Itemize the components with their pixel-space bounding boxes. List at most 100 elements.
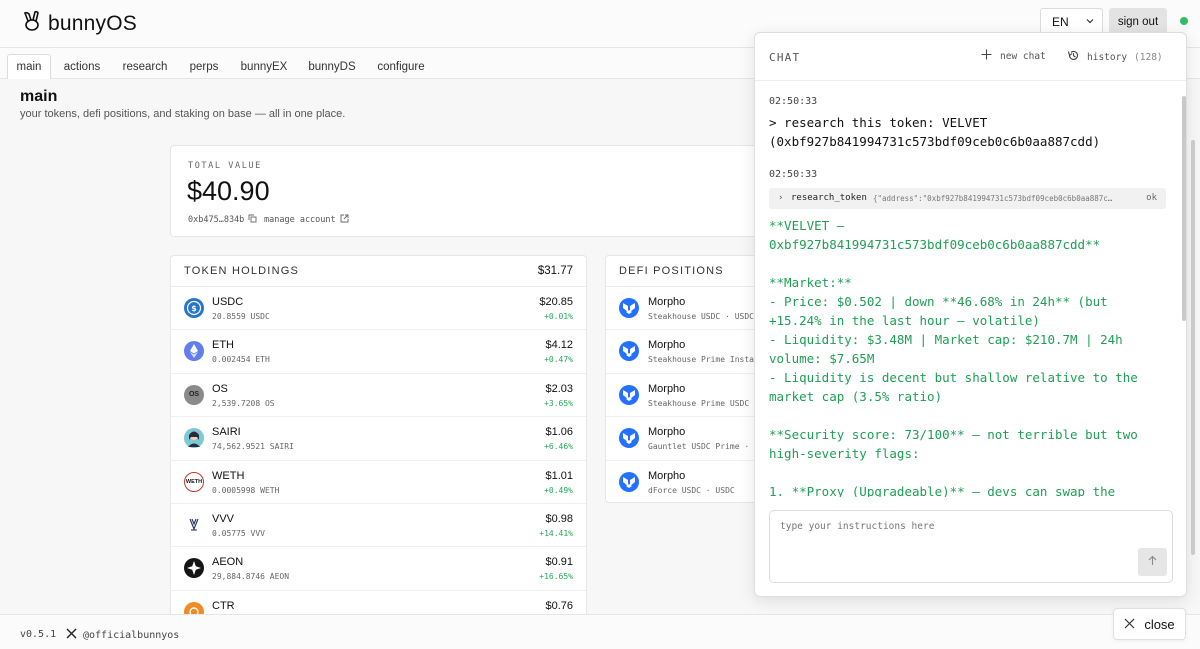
token-row[interactable]: ETH 0.002454 ETH $4.12 +0.47% [171,330,586,374]
token-usd-value: $2.03 [545,382,573,395]
total-value-card: TOTAL VALUE $40.90 0xb475…834b manage ac… [170,145,770,237]
usdc-icon: $ [184,298,204,318]
tool-call[interactable]: › research_token {"address":"0xbf927b841… [769,188,1166,209]
total-value: $40.90 [187,176,270,206]
manage-account-link[interactable]: manage account [264,214,349,226]
morpho-icon [619,384,639,405]
close-icon [1124,617,1135,632]
tool-status: ok [1146,193,1157,203]
token-change: +0.01% [544,312,573,321]
tool-args: {"address":"0xbf927b841994731c573bdf09ce… [873,194,1113,203]
token-row[interactable]: WETH WETH 0.0005998 WETH $1.01 +0.49% [171,461,586,504]
history-count: (128) [1134,51,1163,63]
token-usd-value: $1.01 [545,469,573,482]
app-name: bunnyOS [48,11,137,35]
token-usd-value: $0.76 [545,599,573,612]
token-row[interactable]: AEON 29,884.8746 AEON $0.91 +16.65% [171,547,586,591]
token-quantity: 0.05775 VVV [212,528,265,538]
defi-protocol: Morpho [648,426,686,439]
token-name: OS [212,382,228,395]
token-quantity: 74,562.9521 SAIRI [212,442,294,452]
token-quantity: 29,884.8746 AEON [212,572,290,582]
answer-security: **Security score: 73/100** — not terribl… [769,427,1138,461]
logo[interactable]: bunnyOS [22,10,137,37]
x-logo-icon [66,628,77,642]
defi-detail: Steakhouse Prime Insta [648,355,754,365]
new-chat-button[interactable]: new chat [981,49,1046,63]
external-link-icon [340,214,349,226]
tab-bunnyex[interactable]: bunnyEX [234,54,294,79]
token-name: AEON [212,556,244,569]
token-row[interactable]: $ USDC 20.8559 USDC $20.85 +0.01% [171,287,586,331]
chat-scrollbar[interactable] [1180,82,1186,497]
defi-detail: Steakhouse USDC · USDC [648,312,754,321]
copy-icon[interactable] [248,214,257,226]
token-name: CTR [212,599,235,612]
token-usd-value: $0.98 [545,512,573,525]
aeon-icon [184,558,204,579]
page-scrollbar[interactable] [1190,140,1196,555]
token-name: VVV [212,512,235,525]
token-holdings-card: TOKEN HOLDINGS $31.77 $ USDC 20.8559 USD… [170,255,587,649]
message-timestamp: 02:50:33 [769,169,818,180]
token-holdings-title: TOKEN HOLDINGS [184,265,300,277]
chat-title: CHAT [769,51,801,64]
close-chat-button[interactable]: close [1113,608,1186,640]
answer-flag-1: 1. **Proxy (Upgradeable)** — devs can sw… [769,484,1116,497]
token-change: +0.47% [544,355,573,365]
tab-perps[interactable]: perps [182,54,226,79]
wallet-address[interactable]: 0xb475…834b [188,214,257,226]
token-quantity: 2,539.7208 OS [212,398,275,408]
token-name: SAIRI [212,426,241,439]
send-button[interactable] [1138,548,1167,576]
token-quantity: 0.002454 ETH [212,355,270,365]
morpho-icon [619,428,639,449]
token-quantity: 20.8559 USDC [212,312,270,321]
token-change: +3.65% [544,398,573,408]
footer: v0.5.1 @officialbunnyos [0,614,1200,649]
chevron-down-icon [1085,15,1095,29]
tab-bunnyds[interactable]: bunnyDS [302,54,362,79]
chat-messages[interactable]: 02:50:33 > research this token: VELVET (… [755,82,1180,497]
sairi-icon [184,428,204,449]
token-change: +14.41% [539,528,573,538]
defi-protocol: Morpho [648,296,686,308]
language-select[interactable]: EN [1040,8,1103,35]
chevron-right-icon: › [778,193,784,203]
sign-out-button[interactable]: sign out [1109,8,1167,35]
eth-icon [184,341,204,362]
token-row[interactable]: SAIRI 74,562.9521 SAIRI $1.06 +6.46% [171,417,586,461]
chat-header: CHAT new chat history (128) [755,33,1186,81]
vvv-icon [184,514,204,535]
tab-main[interactable]: main [7,54,51,79]
token-change: +16.65% [539,572,573,582]
history-button[interactable]: history (128) [1067,49,1163,65]
chat-input[interactable] [780,521,1120,532]
x-link[interactable]: @officialbunnyos [66,628,179,642]
chat-scrollbar-thumb[interactable] [1182,96,1186,321]
new-chat-label: new chat [1000,50,1046,62]
morpho-icon [619,298,639,318]
language-value: EN [1052,14,1069,29]
bunny-logo-icon [22,10,44,37]
plus-icon [981,49,992,63]
wallet-address-text: 0xb475…834b [188,215,245,225]
token-holdings-total: $31.77 [537,265,573,277]
token-row[interactable]: VVV 0.05775 VVV $0.98 +14.41% [171,504,586,548]
history-label: history [1087,51,1128,63]
token-quantity: 0.0005998 WETH [212,485,280,495]
defi-detail: Steakhouse Prime USDC [648,398,750,408]
answer-market: **Market:** - Price: $0.502 | down **46.… [769,275,1138,404]
token-holdings-header: TOKEN HOLDINGS $31.77 [171,256,586,287]
tool-name: research_token [791,193,867,203]
page-scrollbar-thumb[interactable] [1191,140,1195,555]
version-label: v0.5.1 [20,629,57,640]
tab-configure[interactable]: configure [370,54,432,79]
tab-research[interactable]: research [116,54,174,79]
token-change: +6.46% [544,442,573,452]
answer-heading: **VELVET — 0xbf927b841994731c573bdf09ceb… [769,218,1101,252]
defi-protocol: Morpho [648,469,686,482]
token-row[interactable]: OS OS 2,539.7208 OS $2.03 +3.65% [171,374,586,418]
page-subtitle: your tokens, defi positions, and staking… [20,108,346,120]
tab-actions[interactable]: actions [56,54,108,79]
